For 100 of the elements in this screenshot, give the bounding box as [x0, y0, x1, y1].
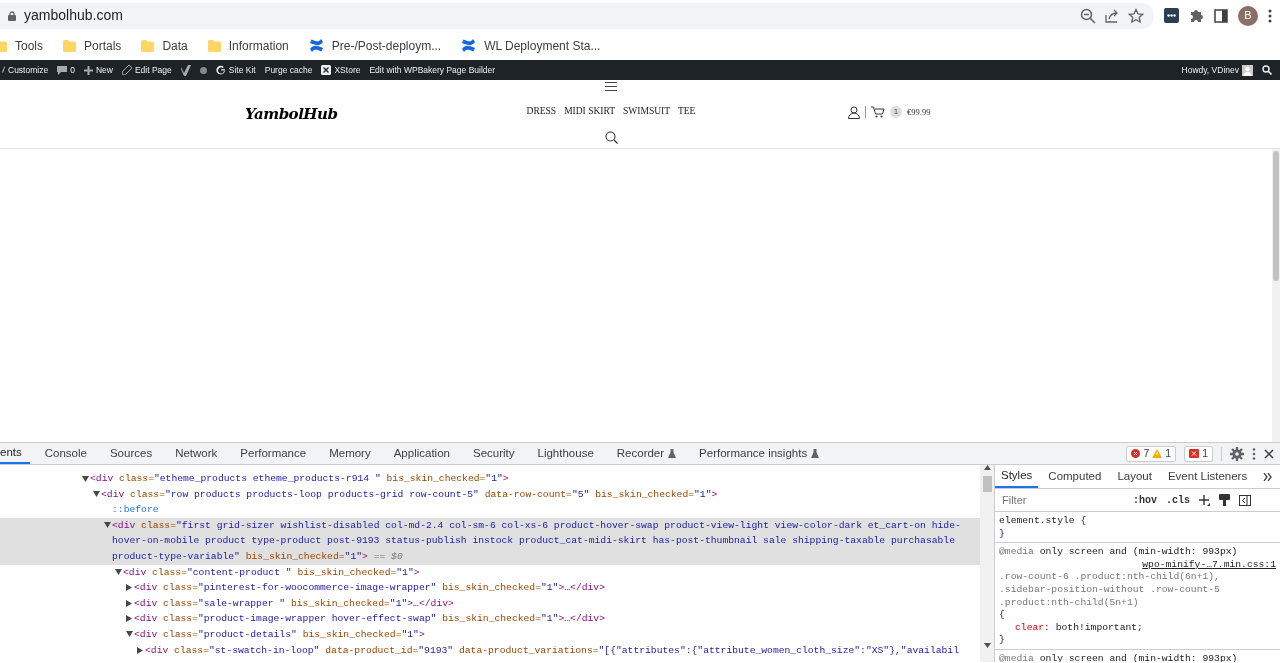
pseudo-element-row[interactable]: ::before	[0, 502, 980, 518]
admin-bar-link[interactable]: Customize	[8, 63, 49, 77]
devtools-tab[interactable]: Recorder	[608, 443, 685, 464]
cart-icon[interactable]	[871, 106, 885, 118]
scrollbar[interactable]	[980, 465, 995, 662]
panel-tab[interactable]: Computed	[1042, 465, 1108, 488]
dom-node-row[interactable]: <div class="content-product " bis_skin_checked="1">	[0, 564, 980, 581]
toggle-sidebar-icon[interactable]	[1239, 494, 1252, 506]
admin-bar-link[interactable]: New	[95, 63, 113, 77]
collapse-arrow-icon[interactable]	[103, 522, 111, 529]
scrollbar-thumb[interactable]	[1273, 151, 1279, 281]
search-icon[interactable]	[604, 131, 618, 144]
more-tabs-icon[interactable]	[1263, 472, 1274, 481]
brace: {	[999, 609, 1006, 622]
admin-bar-link[interactable]: Edit Page	[134, 63, 172, 77]
user-icon[interactable]	[848, 105, 860, 119]
nav-link[interactable]: TEE	[678, 103, 696, 119]
plus-icon	[83, 65, 93, 75]
devtools-tab[interactable]: Security	[464, 443, 523, 464]
lock-icon	[8, 10, 16, 21]
stylesheet-link[interactable]: wpo-minify-…7.min.css:1	[1142, 558, 1276, 572]
bookmark-link[interactable]: Data	[162, 36, 188, 55]
error-warning-counter[interactable]: 7 1	[1126, 445, 1177, 462]
warning-count: 1	[1165, 445, 1172, 461]
menu-icon[interactable]	[1268, 8, 1272, 23]
collapse-arrow-icon[interactable]	[114, 569, 122, 576]
comment-icon	[57, 65, 68, 75]
expand-arrow-icon[interactable]	[126, 615, 132, 623]
zoom-out-icon[interactable]	[1080, 7, 1096, 24]
devtools-tab[interactable]: Network	[167, 443, 226, 464]
nav-link[interactable]: MIDI SKIRT	[564, 103, 616, 119]
scrollbar[interactable]	[1272, 149, 1280, 442]
expand-arrow-icon[interactable]	[126, 599, 132, 607]
brace: }	[999, 527, 1006, 541]
devtools-tab[interactable]: Performance	[232, 443, 315, 464]
css-declaration[interactable]: clear: both!important;	[999, 621, 1276, 635]
admin-bar-link[interactable]: Edit with WPBakery Page Builder	[369, 63, 496, 77]
devtools-tab[interactable]: Performance insights	[691, 443, 828, 464]
add-rule-icon[interactable]	[1199, 494, 1211, 506]
dom-node-row[interactable]: <div class="row products products-loop products-grid row-count-5" data-row-count="5" bis_skin_checked="1">	[0, 486, 980, 503]
dom-node-row[interactable]: <div class="sale-wrapper " bis_skin_checked="1">…</div>	[0, 595, 980, 612]
hover-state-toggle[interactable]: :hov	[1133, 492, 1157, 508]
settings-icon[interactable]	[1230, 446, 1244, 461]
nav-link[interactable]: DRESS	[526, 103, 557, 119]
panel-tab[interactable]: Event Listeners	[1161, 465, 1254, 488]
address-bar[interactable]: yambolhub.com	[0, 2, 1154, 29]
more-options-icon[interactable]	[1252, 447, 1256, 460]
issue-count: 1	[1202, 445, 1208, 461]
admin-bar-greeting[interactable]: Howdy, VDinev	[1181, 63, 1239, 77]
close-icon[interactable]	[1264, 448, 1274, 459]
admin-bar-link[interactable]: XStore	[334, 63, 361, 77]
expand-arrow-icon[interactable]	[126, 584, 132, 592]
dom-node-row[interactable]: <div class="etheme_products etheme_products-r914 " bis_skin_checked="1">	[0, 471, 980, 487]
collapse-arrow-icon[interactable]	[125, 631, 133, 638]
collapse-arrow-icon[interactable]	[81, 475, 89, 482]
bookmark-star-icon[interactable]	[1128, 7, 1144, 24]
folder-icon	[141, 39, 155, 52]
admin-bar-link[interactable]: 0	[70, 63, 75, 77]
nav-link[interactable]: SWIMSUIT	[623, 103, 670, 119]
extension-icon[interactable]	[1164, 8, 1179, 23]
dom-node-row[interactable]: <div class="product-details" bis_skin_checked="1">	[0, 626, 980, 643]
google-icon	[215, 65, 226, 75]
devtools-tab[interactable]: Application	[385, 443, 458, 464]
collapse-arrow-icon[interactable]	[92, 491, 100, 498]
admin-bar-link[interactable]: Purge cache	[264, 63, 313, 77]
search-icon[interactable]	[1262, 65, 1272, 75]
bookmark-link[interactable]: Tools	[15, 36, 43, 55]
dom-node-row[interactable]: <div class="product-image-wrapper hover-effect-swap" bis_skin_checked="1">…</div>	[0, 611, 980, 627]
hamburger-menu-icon[interactable]	[605, 82, 617, 91]
dom-node-row[interactable]: <div class="first grid-sizer wishlist-disabled col-md-2.4 col-sm-6 col-xs-6 product-hover-swap product-view-light view-color-dark et_cart-on hide-hover-on-mobile product type-product post-9193 status-publish instock product_cat-midi-skirt has-post-thumbnail sale shipping-taxable purchasable product-type-variable" bis_skin_checked="1"> == $0	[0, 517, 980, 565]
devtools-tab[interactable]: Sources	[101, 443, 161, 464]
css-selector: .row-count-6 .product:nth-child(6n+1), .sidebar-position-without .row-count-5 .product:nth-child(5n+1)	[999, 571, 1221, 610]
scrollbar-thumb[interactable]	[982, 476, 992, 492]
bookmark-link[interactable]: Portals	[84, 36, 122, 55]
issues-counter[interactable]: 1	[1184, 445, 1213, 462]
profile-avatar[interactable]: B	[1238, 5, 1258, 26]
dom-node-row[interactable]: <div class="pinterest-for-woocommerce-image-wrapper" bis_skin_checked="1">…</div>	[0, 580, 980, 596]
expand-arrow-icon[interactable]	[137, 646, 143, 654]
issue-icon	[1189, 449, 1200, 458]
panel-tab[interactable]: Styles	[995, 465, 1039, 488]
puzzle-icon[interactable]	[1189, 8, 1204, 23]
share-icon[interactable]	[1104, 7, 1120, 24]
side-panel-icon[interactable]	[1214, 8, 1228, 23]
devtools-tab[interactable]: Lighthouse	[529, 443, 602, 464]
paint-roller-icon[interactable]	[1219, 494, 1231, 506]
scroll-down-icon[interactable]	[983, 643, 991, 648]
brush-icon	[0, 65, 5, 75]
bookmark-link[interactable]: Pre-/Post-deploym...	[331, 36, 442, 55]
admin-bar-link[interactable]: Site Kit	[228, 63, 256, 77]
devtools-tab[interactable]: ents	[0, 443, 30, 464]
bookmark-link[interactable]: WL Deployment Sta...	[484, 36, 601, 55]
status-dot-icon	[199, 66, 207, 74]
bookmark-link[interactable]: Information	[228, 36, 289, 55]
site-logo[interactable]: YambolHub	[0, 102, 470, 126]
dom-node-row[interactable]: <div class="st-swatch-in-loop" data-product_id="9193" data-product_variations="[{"attributes":{"attribute_women_cloth_size":"XS"},"availabil	[0, 642, 980, 659]
devtools-tab[interactable]: Console	[36, 443, 95, 464]
panel-tab[interactable]: Layout	[1111, 465, 1158, 488]
class-toggle[interactable]: .cls	[1166, 492, 1191, 508]
devtools-tab[interactable]: Memory	[321, 443, 379, 464]
flask-icon	[811, 449, 820, 458]
